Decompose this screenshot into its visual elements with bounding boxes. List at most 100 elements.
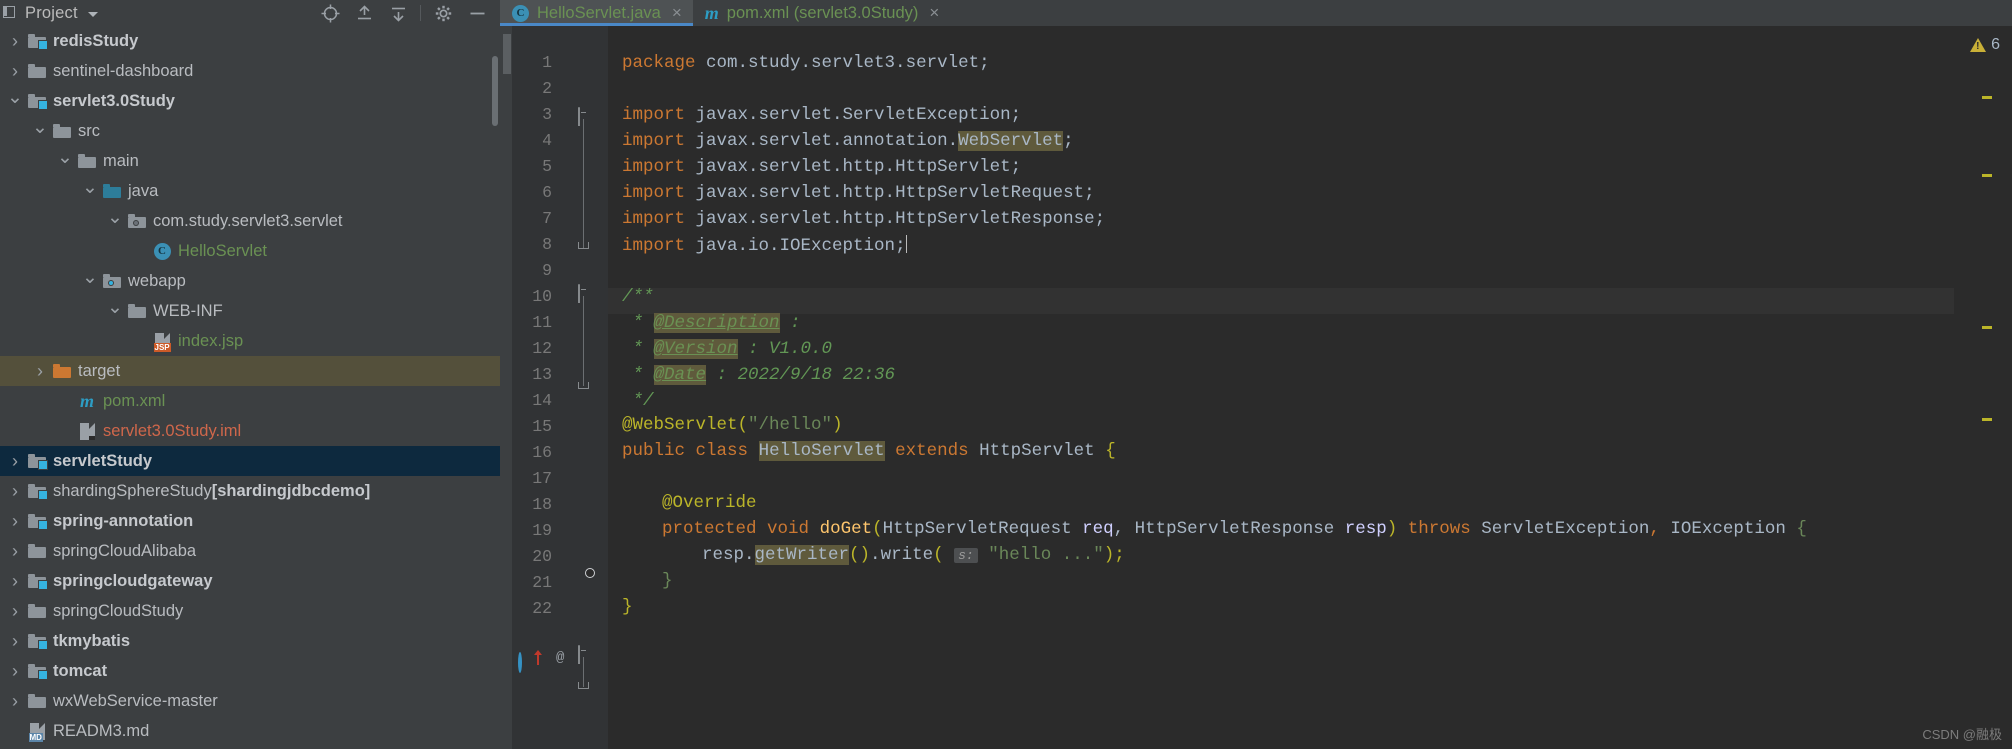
- tree-item-label: com.study.servlet3.servlet: [153, 212, 343, 231]
- expand-all-icon[interactable]: [347, 1, 381, 25]
- tree-scroll-thumb[interactable]: [492, 56, 498, 126]
- tree-row-tomcat[interactable]: › tomcat: [0, 656, 500, 686]
- tree-scrollbar[interactable]: [490, 26, 500, 749]
- maven-icon: m: [80, 391, 94, 412]
- code-area[interactable]: package com.study.servlet3.servlet; impo…: [608, 26, 1954, 749]
- marker-warning[interactable]: [1982, 96, 1992, 99]
- status-badge[interactable]: 6: [1970, 36, 2000, 54]
- override-arrow-icon[interactable]: [534, 650, 542, 666]
- chevron-right-icon[interactable]: ›: [4, 31, 26, 52]
- marker-warning[interactable]: [1982, 326, 1992, 329]
- chevron-down-icon[interactable]: ⌄: [4, 93, 26, 110]
- tree-row-webapp[interactable]: ⌄webapp: [0, 266, 500, 296]
- tree-item-icon: [26, 604, 48, 618]
- tree-row-wxwebservice-master[interactable]: ›wxWebService-master: [0, 686, 500, 716]
- folder-icon: [28, 694, 46, 708]
- inspection-strip[interactable]: 6: [1954, 26, 2012, 749]
- scroll-thumb-left[interactable]: [503, 34, 511, 74]
- tree-row-java[interactable]: ⌄java: [0, 176, 500, 206]
- tree-item-icon: [26, 34, 48, 48]
- tree-row-tkmybatis[interactable]: ›tkmybatis: [0, 626, 500, 656]
- gutter-line-number: 1: [512, 53, 552, 72]
- tree-row-web-inf[interactable]: ⌄WEB-INF: [0, 296, 500, 326]
- servlet-bean-gutter-icon[interactable]: [576, 559, 594, 577]
- tree-item-icon: m: [76, 391, 98, 412]
- module-folder-icon: [28, 664, 46, 678]
- chevron-down-icon[interactable]: ⌄: [29, 123, 51, 140]
- module-folder-icon: [28, 634, 46, 648]
- chevron-right-icon[interactable]: ›: [4, 451, 26, 472]
- gutter-line-number: 7: [512, 209, 552, 228]
- tree-row-redisstudy[interactable]: ›redisStudy: [0, 26, 500, 56]
- fold-marker-imports[interactable]: [578, 108, 592, 122]
- marker-warning[interactable]: [1982, 174, 1992, 177]
- fold-end-doget: [578, 682, 589, 689]
- chevron-down-icon[interactable]: ⌄: [79, 183, 101, 200]
- chevron-right-icon[interactable]: ›: [4, 571, 26, 592]
- tree-row-springcloudstudy[interactable]: ›springCloudStudy: [0, 596, 500, 626]
- code-line-18: @Override: [662, 493, 757, 513]
- tree-item-label: HelloServlet: [178, 242, 267, 261]
- collapse-all-icon[interactable]: [381, 1, 415, 25]
- module-folder-icon: [28, 94, 46, 108]
- tree-item-label: springCloudAlibaba: [53, 542, 196, 561]
- run-gutter-icon[interactable]: [518, 654, 532, 668]
- chevron-down-icon[interactable]: ⌄: [54, 153, 76, 170]
- module-folder-icon: [28, 484, 46, 498]
- chevron-right-icon[interactable]: ›: [4, 61, 26, 82]
- tree-row-readm3-md[interactable]: MDREADM3.md: [0, 716, 500, 746]
- tree-row-index-jsp[interactable]: JSPindex.jsp: [0, 326, 500, 356]
- watermark: CSDN @融极: [1922, 724, 2002, 743]
- fold-marker-javadoc[interactable]: [578, 285, 592, 299]
- tree-row-springcloudalibaba[interactable]: › springCloudAlibaba: [0, 536, 500, 566]
- tree-row-helloservlet[interactable]: CHelloServlet: [0, 236, 500, 266]
- chevron-right-icon[interactable]: ›: [4, 511, 26, 532]
- code-line-7: import javax.servlet.http.HttpServletRes…: [622, 209, 1105, 229]
- chevron-right-icon[interactable]: ›: [29, 361, 51, 382]
- chevron-right-icon[interactable]: ›: [4, 691, 26, 712]
- tree-row-sentinel-dashboard[interactable]: ›sentinel-dashboard: [0, 56, 500, 86]
- code-line-11: * @Description :: [622, 313, 801, 333]
- editor-left-strip: [500, 26, 512, 749]
- chevron-down-icon[interactable]: ⌄: [79, 273, 101, 290]
- marker-warning[interactable]: [1982, 418, 1992, 421]
- code-line-4: import javax.servlet.annotation.WebServl…: [622, 131, 1074, 151]
- chevron-down-icon[interactable]: [88, 12, 98, 17]
- gear-icon[interactable]: [426, 1, 460, 25]
- tab-pom-xml[interactable]: m pom.xml (servlet3.0Study) ×: [693, 0, 951, 26]
- tree-row-spring-annotation[interactable]: ›spring-annotation: [0, 506, 500, 536]
- tree-row-src[interactable]: ⌄src: [0, 116, 500, 146]
- fold-marker-dogetbody[interactable]: [578, 646, 592, 660]
- folder-icon: [78, 154, 96, 168]
- chevron-right-icon[interactable]: ›: [4, 631, 26, 652]
- editor-gutter[interactable]: @ 12345678910111213141516171819202122: [512, 26, 608, 749]
- chevron-right-icon[interactable]: ›: [4, 661, 26, 682]
- main-body: ›redisStudy›sentinel-dashboard⌄servlet3.…: [0, 26, 2012, 749]
- tree-row-springcloudgateway[interactable]: ›springcloudgateway: [0, 566, 500, 596]
- tree-row-main[interactable]: ⌄main: [0, 146, 500, 176]
- tree-row-com-study-servlet3-servlet[interactable]: ⌄ com.study.servlet3.servlet: [0, 206, 500, 236]
- locate-icon[interactable]: [313, 1, 347, 25]
- project-tree[interactable]: ›redisStudy›sentinel-dashboard⌄servlet3.…: [0, 26, 500, 749]
- tree-row-servletstudy[interactable]: ›servletStudy: [0, 446, 500, 476]
- chevron-right-icon[interactable]: ›: [4, 601, 26, 622]
- tree-row-target[interactable]: ›target: [0, 356, 500, 386]
- tree-row-pom-xml[interactable]: mpom.xml: [0, 386, 500, 416]
- chevron-down-icon[interactable]: ⌄: [104, 303, 126, 320]
- tree-row-servlet3-0study-iml[interactable]: servlet3.0Study.iml: [0, 416, 500, 446]
- code-editor[interactable]: @ 12345678910111213141516171819202122 pa…: [500, 26, 2012, 749]
- tree-row-servlet3-0study[interactable]: ⌄servlet3.0Study: [0, 86, 500, 116]
- tree-item-label: tomcat: [53, 662, 107, 681]
- gutter-line-number: 19: [512, 521, 552, 540]
- tree-item-label: index.jsp: [178, 332, 243, 351]
- close-icon[interactable]: ×: [929, 7, 939, 19]
- tab-label: pom.xml (servlet3.0Study): [727, 4, 919, 23]
- close-icon[interactable]: ×: [672, 7, 682, 19]
- tree-row-shardingspherestudy[interactable]: ›shardingSphereStudy [shardingjdbcdemo]: [0, 476, 500, 506]
- chevron-right-icon[interactable]: ›: [4, 481, 26, 502]
- tree-item-icon: [26, 574, 48, 588]
- chevron-down-icon[interactable]: ⌄: [104, 213, 126, 230]
- chevron-right-icon[interactable]: ›: [4, 541, 26, 562]
- tab-helloservlet-java[interactable]: C HelloServlet.java ×: [500, 0, 693, 26]
- hide-panel-icon[interactable]: [460, 1, 494, 25]
